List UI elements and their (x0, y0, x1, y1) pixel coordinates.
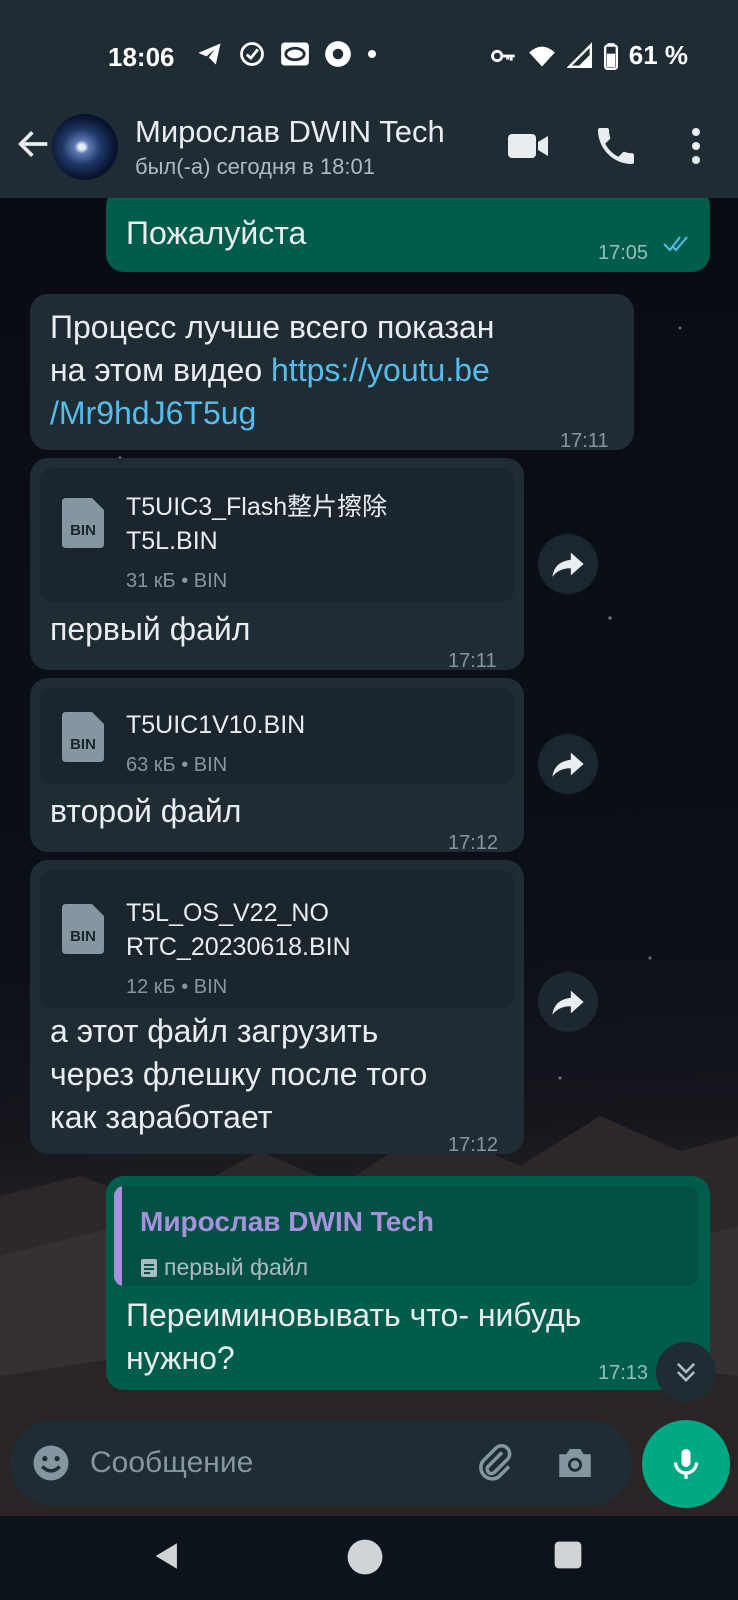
message-caption: первый файл (50, 611, 251, 647)
camera-icon[interactable] (554, 1442, 596, 1484)
bin-file-icon: BIN (62, 904, 104, 954)
svg-text:BIN: BIN (70, 928, 96, 945)
message-time: 17:12 (448, 1134, 499, 1156)
voice-record-button[interactable] (642, 1420, 730, 1508)
forward-arrow-icon (552, 752, 584, 777)
document-name: T5L_OS_V22_NO RTC_20230618.BIN (126, 899, 351, 961)
document-name: T5UIC3_Flash整片擦除 T5L.BIN (126, 493, 388, 555)
signal-icon (566, 41, 592, 68)
telegram-icon (198, 43, 221, 65)
contact-name[interactable]: Мирослав DWIN Tech (135, 114, 445, 150)
forward-button[interactable] (538, 534, 598, 594)
forward-arrow-icon (552, 990, 584, 1015)
scroll-to-bottom-button[interactable] (656, 1342, 716, 1402)
nav-home-icon[interactable] (346, 1538, 384, 1576)
document-name: T5UIC1V10.BIN (126, 711, 306, 739)
message-composer (10, 1420, 632, 1506)
forward-button[interactable] (538, 734, 598, 794)
vpn-key-icon (490, 49, 515, 62)
read-double-check-icon (663, 236, 688, 252)
forward-arrow-icon (552, 552, 584, 577)
quote-author: Мирослав DWIN Tech (140, 1206, 434, 1237)
message-document[interactable]: BIN T5UIC1V10.BIN 63 кБ • BIN второй фай… (30, 678, 524, 854)
quote-bar (114, 1186, 122, 1286)
arrow-left-icon[interactable] (14, 124, 54, 164)
microphone-icon (673, 1449, 699, 1479)
message-time: 17:13 (598, 1362, 649, 1384)
forward-button[interactable] (538, 972, 598, 1032)
wifi-icon (528, 46, 555, 66)
document-meta: 63 кБ • BIN (126, 754, 228, 776)
document-meta: 12 кБ • BIN (126, 976, 228, 998)
system-icons: 61 % (489, 40, 688, 71)
nav-recents-icon[interactable] (552, 1538, 584, 1572)
record-icon (325, 41, 351, 67)
chat-header: Мирослав DWIN Tech был(-а) сегодня в 18:… (0, 108, 738, 188)
message-document[interactable]: BIN T5L_OS_V22_NO RTC_20230618.BIN 12 кБ… (30, 860, 524, 1156)
message-outgoing[interactable]: Пожалуйста 17:05 (106, 198, 710, 272)
more-vert-icon[interactable] (672, 122, 720, 170)
double-chevron-down-icon (676, 1362, 696, 1382)
avatar[interactable] (52, 114, 118, 180)
chat-area[interactable]: Пожалуйста 17:05 Процесс лучше всего пок… (0, 198, 738, 1516)
svg-text:BIN: BIN (70, 522, 96, 539)
document-small-icon (141, 1258, 157, 1277)
battery-percent: 61 % (628, 40, 688, 70)
quote-text: первый файл (164, 1254, 309, 1280)
message-time: 17:11 (448, 650, 497, 672)
quote-text-row: первый файл (140, 1246, 308, 1286)
video-camera-icon[interactable] (504, 122, 552, 170)
bin-file-icon: BIN (62, 498, 104, 548)
message-document[interactable]: BIN T5UIC3_Flash整片擦除 T5L.BIN 31 кБ • BIN… (30, 458, 524, 672)
battery-icon (603, 42, 618, 70)
status-bar: 18:06 61 % (0, 38, 738, 78)
top-bar: 18:06 61 % Мирослав DWIN Tech был(-а) се… (0, 0, 738, 198)
nav-back-icon[interactable] (150, 1538, 184, 1574)
last-seen-status: был(-а) сегодня в 18:01 (135, 154, 375, 179)
phone-icon[interactable] (592, 122, 640, 170)
notification-icons (196, 40, 378, 68)
quoted-message[interactable]: Мирослав DWIN Tech первый файл (114, 1186, 698, 1286)
system-navigation-bar (0, 1516, 738, 1600)
message-time: 17:12 (448, 832, 499, 854)
message-caption: а этот файл загрузить через флешку после… (50, 1013, 428, 1135)
svg-text:BIN: BIN (70, 736, 96, 753)
more-notifications-dot-icon (368, 50, 376, 58)
paperclip-icon[interactable] (474, 1442, 516, 1484)
message-caption: второй файл (50, 793, 242, 829)
message-text: Процесс лучше всего показан на этом виде… (50, 306, 610, 435)
message-text: Пожалуйста (126, 215, 307, 251)
emoji-icon[interactable] (30, 1442, 72, 1484)
message-text: Переиминовывать что- нибудь нужно? (126, 1297, 582, 1376)
document-attachment[interactable]: BIN T5L_OS_V22_NO RTC_20230618.BIN 12 кБ… (40, 870, 514, 1008)
message-time: 17:05 (598, 242, 649, 264)
status-time: 18:06 (108, 42, 175, 72)
message-time: 17:11 (560, 430, 609, 452)
message-outgoing-reply[interactable]: Мирослав DWIN Tech первый файл Переимино… (106, 1176, 710, 1390)
message-incoming[interactable]: Процесс лучше всего показан на этом виде… (30, 294, 634, 452)
document-attachment[interactable]: BIN T5UIC1V10.BIN 63 кБ • BIN (40, 688, 514, 784)
app-notification-icon (281, 42, 309, 66)
bin-file-icon: BIN (62, 712, 104, 762)
document-attachment[interactable]: BIN T5UIC3_Flash整片擦除 T5L.BIN 31 кБ • BIN (40, 468, 514, 602)
message-input[interactable] (90, 1438, 470, 1488)
document-meta: 31 кБ • BIN (126, 570, 228, 592)
check-circle-icon (240, 42, 264, 66)
